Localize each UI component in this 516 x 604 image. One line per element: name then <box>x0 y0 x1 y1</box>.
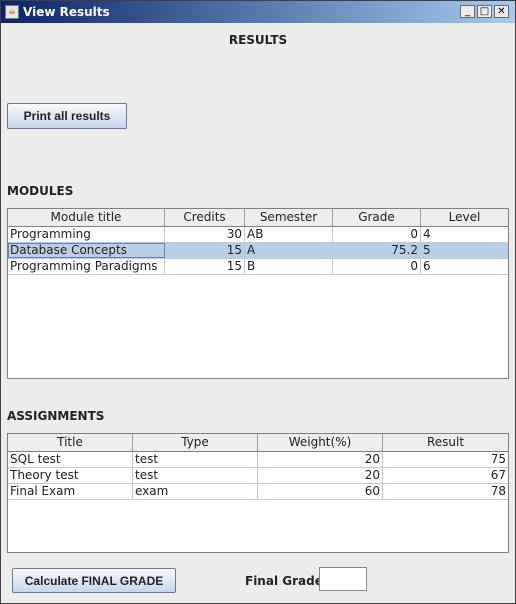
table-cell[interactable]: exam <box>133 484 258 499</box>
table-cell[interactable]: B <box>245 259 333 274</box>
modules-label: MODULES <box>7 184 74 198</box>
table-cell[interactable]: 15 <box>165 259 245 274</box>
table-cell[interactable]: Database Concepts <box>8 243 165 258</box>
table-cell[interactable]: 60 <box>258 484 383 499</box>
table-cell[interactable]: 75.2 <box>333 243 421 258</box>
table-cell[interactable]: 5 <box>421 243 508 258</box>
column-header[interactable]: Weight(%) <box>258 434 383 451</box>
calculate-final-grade-button[interactable]: Calculate FINAL GRADE <box>12 568 176 593</box>
table-cell[interactable]: Final Exam <box>8 484 133 499</box>
window-title: View Results <box>23 5 110 19</box>
print-all-results-button[interactable]: Print all results <box>7 103 127 129</box>
column-header[interactable]: Semester <box>245 209 333 226</box>
view-results-window: ☕ View Results _ □ ✕ RESULTS Print all r… <box>0 0 516 604</box>
table-row-selected[interactable]: Database Concepts 15 A 75.2 5 <box>8 243 508 259</box>
column-header[interactable]: Result <box>383 434 508 451</box>
table-cell[interactable]: SQL test <box>8 452 133 467</box>
column-header[interactable]: Credits <box>165 209 245 226</box>
final-grade-field[interactable] <box>319 567 367 591</box>
table-row[interactable]: Programming Paradigms 15 B 0 6 <box>8 259 508 275</box>
table-cell[interactable]: Programming <box>8 227 165 242</box>
column-header[interactable]: Grade <box>333 209 421 226</box>
table-row[interactable]: Theory test test 20 67 <box>8 468 508 484</box>
final-grade-label: Final Grade: <box>245 574 328 588</box>
table-cell[interactable]: 30 <box>165 227 245 242</box>
table-cell[interactable]: Theory test <box>8 468 133 483</box>
table-cell[interactable]: AB <box>245 227 333 242</box>
column-header[interactable]: Type <box>133 434 258 451</box>
table-cell[interactable]: 15 <box>165 243 245 258</box>
column-header[interactable]: Title <box>8 434 133 451</box>
assignments-table-header: Title Type Weight(%) Result <box>8 434 508 452</box>
assignments-table[interactable]: Title Type Weight(%) Result SQL test tes… <box>7 433 509 553</box>
assignments-label: ASSIGNMENTS <box>7 409 105 423</box>
column-header[interactable]: Module title <box>8 209 165 226</box>
table-cell[interactable]: 67 <box>383 468 508 483</box>
table-cell[interactable]: 75 <box>383 452 508 467</box>
table-cell[interactable]: test <box>133 468 258 483</box>
table-cell[interactable]: 6 <box>421 259 508 274</box>
table-row[interactable]: SQL test test 20 75 <box>8 452 508 468</box>
title-bar[interactable]: ☕ View Results _ □ ✕ <box>1 1 515 23</box>
minimize-icon[interactable]: _ <box>460 5 475 18</box>
table-row[interactable]: Final Exam exam 60 78 <box>8 484 508 500</box>
modules-table-header: Module title Credits Semester Grade Leve… <box>8 209 508 227</box>
table-cell[interactable]: A <box>245 243 333 258</box>
table-cell[interactable]: 20 <box>258 452 383 467</box>
table-cell[interactable]: 0 <box>333 227 421 242</box>
java-cup-icon: ☕ <box>5 5 19 19</box>
table-cell[interactable]: test <box>133 452 258 467</box>
table-row[interactable]: Programming 30 AB 0 4 <box>8 227 508 243</box>
modules-table[interactable]: Module title Credits Semester Grade Leve… <box>7 208 509 379</box>
table-cell[interactable]: 78 <box>383 484 508 499</box>
table-cell[interactable]: 0 <box>333 259 421 274</box>
table-cell[interactable]: 4 <box>421 227 508 242</box>
table-cell[interactable]: 20 <box>258 468 383 483</box>
close-icon[interactable]: ✕ <box>494 5 509 18</box>
table-cell[interactable]: Programming Paradigms <box>8 259 165 274</box>
maximize-icon[interactable]: □ <box>477 5 492 18</box>
page-title: RESULTS <box>228 33 288 47</box>
column-header[interactable]: Level <box>421 209 508 226</box>
